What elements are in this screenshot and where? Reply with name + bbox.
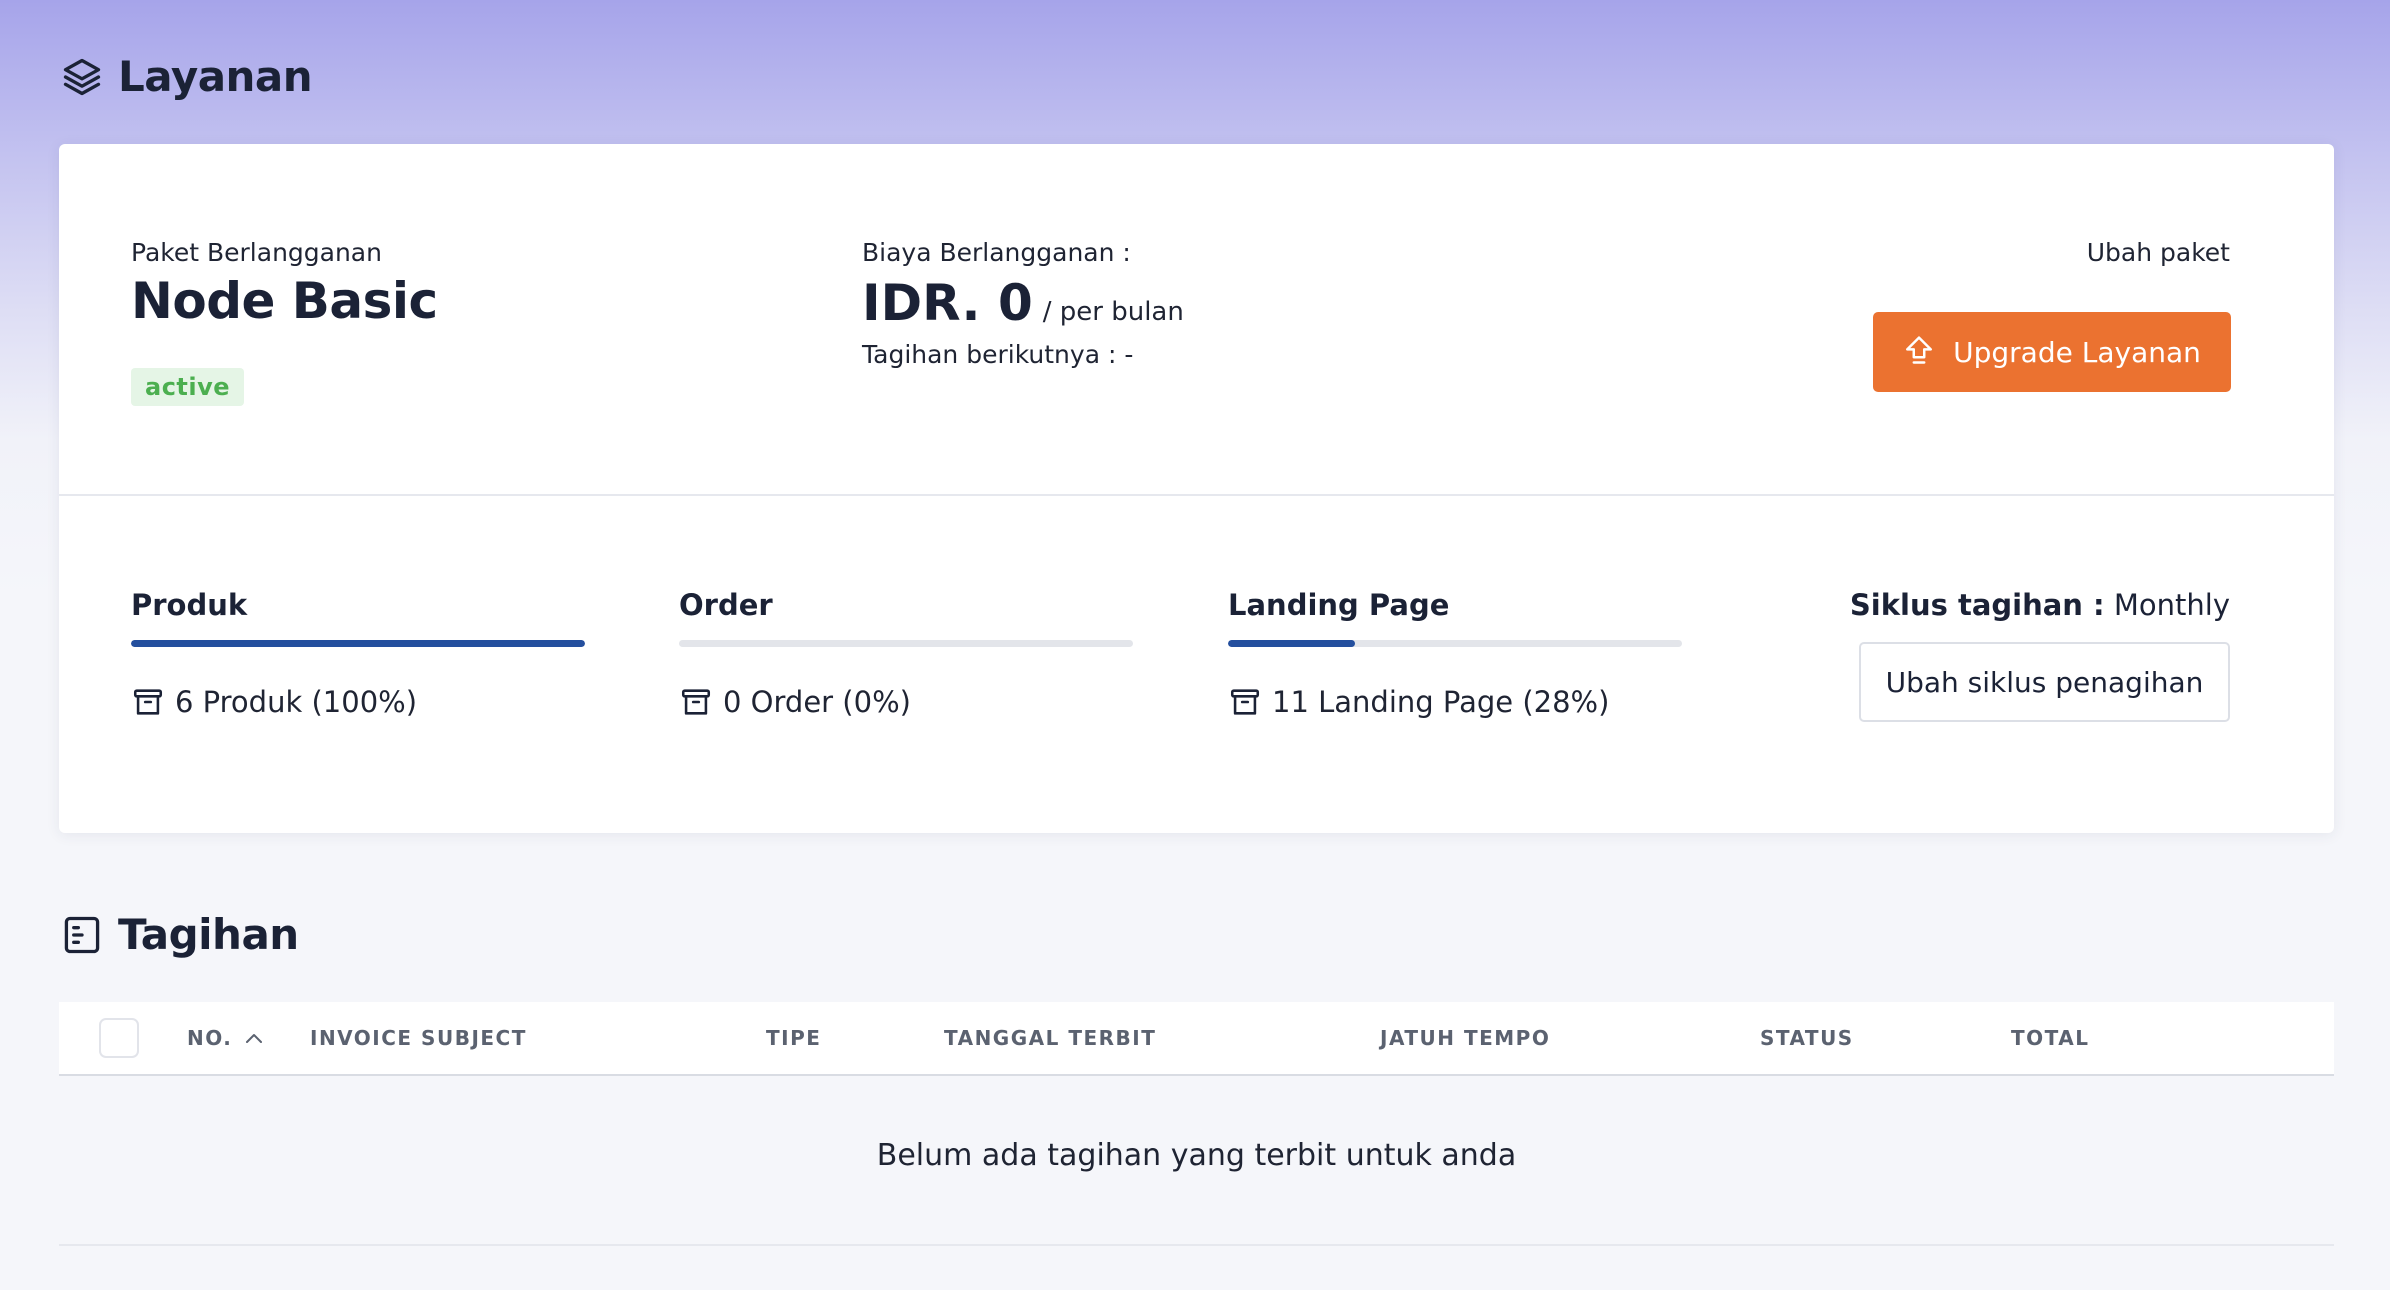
- metric-produk: Produk 6 Produk (100%): [131, 588, 585, 719]
- billing-cycle-label: Siklus tagihan :: [1849, 588, 2105, 622]
- select-all-checkbox[interactable]: [99, 1018, 139, 1058]
- metric-value: 6 Produk (100%): [175, 685, 418, 719]
- subscription-card: Paket Berlangganan Node Basic active Bia…: [59, 144, 2334, 833]
- empty-state-message: Belum ada tagihan yang terbit untuk anda: [876, 1138, 1517, 1173]
- price-value: IDR. 0: [862, 274, 1033, 332]
- archive-icon: [679, 685, 713, 719]
- metric-row: 11 Landing Page (28%): [1228, 685, 1682, 719]
- table-bottom-divider: [59, 1244, 2334, 1246]
- tagihan-section-title: Tagihan: [60, 910, 299, 959]
- subscription-summary: Paket Berlangganan Node Basic active Bia…: [59, 144, 2334, 496]
- invoice-table-header: NO. INVOICE SUBJECT TIPE TANGGAL TERBIT …: [59, 1002, 2334, 1076]
- chevron-up-icon: [244, 1031, 264, 1045]
- change-billing-cycle-button[interactable]: Ubah siklus penagihan: [1859, 642, 2230, 722]
- column-no[interactable]: NO.: [187, 1026, 264, 1050]
- layanan-section-title: Layanan: [60, 52, 313, 101]
- progress-bar: [131, 640, 585, 647]
- progress-bar: [679, 640, 1133, 647]
- column-jatuh-tempo[interactable]: JATUH TEMPO: [1380, 1026, 1550, 1050]
- layanan-title-text: Layanan: [118, 52, 313, 101]
- receipt-icon: [60, 913, 104, 957]
- status-badge: active: [131, 368, 245, 406]
- upload-arrow-icon: [1903, 335, 1935, 369]
- upgrade-button-label: Upgrade Layanan: [1953, 335, 2201, 369]
- metric-value: 11 Landing Page (28%): [1272, 685, 1610, 719]
- price-period: / per bulan: [1042, 297, 1184, 327]
- billing-cycle: Siklus tagihan : Monthly: [1850, 588, 2230, 622]
- change-plan-label: Ubah paket: [2086, 238, 2230, 267]
- tagihan-title-text: Tagihan: [118, 910, 299, 959]
- progress-fill: [131, 640, 585, 647]
- metric-title: Produk: [131, 588, 248, 622]
- progress-bar: [1228, 640, 1682, 647]
- column-tipe[interactable]: TIPE: [766, 1026, 821, 1050]
- column-no-label: NO.: [187, 1026, 233, 1050]
- column-status[interactable]: STATUS: [1760, 1026, 1854, 1050]
- plan-name: Node Basic: [131, 272, 438, 330]
- archive-icon: [131, 685, 165, 719]
- metric-row: 0 Order (0%): [679, 685, 1133, 719]
- billing-cycle-value: Monthly: [2113, 588, 2230, 622]
- price-row: IDR. 0 / per bulan: [862, 274, 1184, 332]
- column-total[interactable]: TOTAL: [2011, 1026, 2089, 1050]
- column-invoice-subject[interactable]: INVOICE SUBJECT: [310, 1026, 527, 1050]
- fee-label: Biaya Berlangganan :: [862, 238, 1131, 267]
- metric-landing-page: Landing Page 11 Landing Page (28%): [1228, 588, 1682, 719]
- metric-row: 6 Produk (100%): [131, 685, 585, 719]
- metric-title: Order: [679, 588, 773, 622]
- metric-order: Order 0 Order (0%): [679, 588, 1133, 719]
- metric-title: Landing Page: [1228, 588, 1450, 622]
- archive-icon: [1228, 685, 1262, 719]
- layers-icon: [60, 55, 104, 99]
- next-bill-text: Tagihan berikutnya : -: [862, 340, 1134, 369]
- upgrade-button[interactable]: Upgrade Layanan: [1873, 312, 2231, 392]
- plan-label: Paket Berlangganan: [131, 238, 382, 267]
- metric-value: 0 Order (0%): [723, 685, 911, 719]
- column-tanggal-terbit[interactable]: TANGGAL TERBIT: [944, 1026, 1156, 1050]
- progress-fill: [1228, 640, 1356, 647]
